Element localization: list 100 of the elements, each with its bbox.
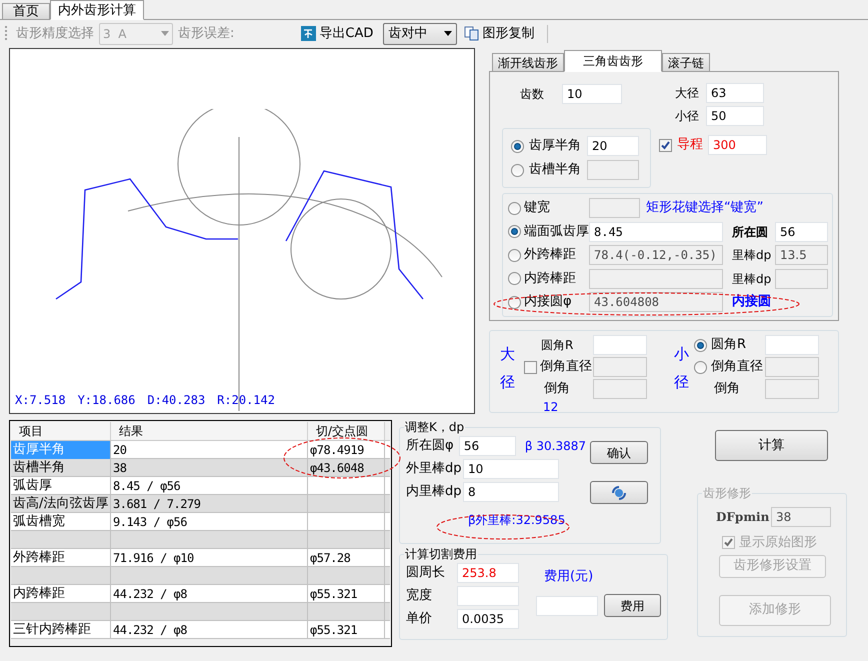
- label: 齿槽半角: [529, 161, 582, 180]
- label: 单价: [406, 610, 433, 628]
- label: 宽度: [406, 587, 433, 606]
- table-row[interactable]: 弧齿槽宽 9.143 / φ56: [11, 513, 390, 531]
- label: 小径: [675, 108, 699, 125]
- copy-icon: [464, 26, 480, 41]
- checkbox[interactable]: [659, 139, 672, 152]
- label: 倒角: [544, 380, 571, 398]
- tab[interactable]: 渐开线齿形: [492, 53, 564, 72]
- calculate-button[interactable]: 计算: [715, 430, 828, 461]
- vertical-label: 径: [674, 372, 690, 393]
- radio-button[interactable]: [508, 225, 521, 238]
- label: 外里棒dp: [406, 460, 463, 478]
- tab[interactable]: 内外齿形计算: [50, 0, 144, 20]
- column-header[interactable]: 结果: [111, 422, 308, 440]
- confirm-button[interactable]: 确认: [590, 441, 648, 464]
- coordinate-readout: D:40.283: [147, 392, 206, 409]
- caret-icon: [444, 31, 452, 36]
- label: 齿形误差:: [178, 24, 234, 43]
- vertical-label: 大: [500, 344, 516, 364]
- grip-icon: [5, 24, 8, 42]
- coordinate-readout: R:20.142: [217, 392, 275, 409]
- table-row[interactable]: 齿厚半角 20 φ78.4919: [11, 441, 390, 459]
- copy-graphic-button[interactable]: 图形复制: [462, 22, 536, 44]
- radio-button[interactable]: [694, 338, 707, 352]
- label: 齿形精度选择: [16, 24, 94, 43]
- tab[interactable]: 三角齿齿形: [564, 50, 662, 72]
- value-label: 12: [543, 401, 560, 413]
- input-field[interactable]: 253.8: [457, 563, 519, 583]
- radio-button[interactable]: [511, 140, 524, 152]
- label: 倒角: [714, 380, 741, 398]
- tab[interactable]: 滚子链: [662, 53, 710, 72]
- input-field[interactable]: 8: [463, 482, 559, 502]
- label: 键宽: [524, 199, 551, 218]
- label: 倒角直径: [540, 358, 593, 376]
- label: 显示原始图形: [739, 534, 817, 552]
- caret-icon: [161, 31, 169, 36]
- table-row[interactable]: [11, 567, 390, 585]
- input-field[interactable]: 10: [562, 84, 622, 104]
- input-field[interactable]: [765, 379, 819, 399]
- input-field[interactable]: [593, 357, 647, 377]
- link-label: 内接圆: [732, 292, 771, 312]
- input-field[interactable]: [593, 335, 647, 355]
- label: 导程: [677, 136, 703, 154]
- column-header[interactable]: 项目: [11, 422, 111, 440]
- label: 里棒dp: [732, 270, 772, 288]
- label: 内里棒dp: [406, 483, 463, 502]
- input-field[interactable]: 8.45: [589, 222, 723, 242]
- input-field[interactable]: [765, 335, 819, 355]
- label: 所在圆φ: [406, 437, 455, 456]
- export-cad-button[interactable]: 导出CAD: [299, 22, 376, 44]
- table-row[interactable]: 齿槽半角 38 φ43.6048: [11, 459, 390, 477]
- input-field[interactable]: 56: [775, 222, 828, 242]
- table-row[interactable]: [11, 603, 390, 621]
- cost-button[interactable]: 费用: [604, 594, 661, 617]
- column-header[interactable]: 切/交点圆: [308, 422, 385, 440]
- input-field[interactable]: 10: [463, 459, 559, 479]
- table-cell: 44.232 / φ8: [111, 621, 308, 639]
- table-cell: φ55.321: [308, 621, 385, 639]
- refresh-icon: [611, 484, 627, 500]
- input-field[interactable]: 300: [708, 135, 767, 155]
- label: 所在圆: [732, 224, 769, 240]
- vertical-label: 径: [500, 372, 516, 393]
- cad-icon: [301, 26, 316, 41]
- refresh-button[interactable]: [590, 481, 648, 504]
- label: 齿数: [520, 86, 544, 103]
- group-title: 计算切割费用: [404, 546, 478, 563]
- label: 里棒dp: [732, 247, 772, 264]
- input-field[interactable]: 63: [706, 83, 764, 103]
- drawing-canvas[interactable]: X:7.518 Y:18.686 D:40.283 R:20.142: [9, 48, 475, 414]
- radio-button[interactable]: [694, 360, 707, 374]
- label: 圆周长: [406, 564, 446, 582]
- input-field[interactable]: 20: [587, 136, 639, 156]
- table-row[interactable]: 外跨棒距 71.916 / φ10 φ57.28: [11, 549, 390, 567]
- label: 内跨棒距: [524, 270, 577, 288]
- label: 大径: [675, 85, 699, 102]
- input-field[interactable]: 56: [458, 436, 516, 456]
- table-row[interactable]: 齿高/法向弦齿厚 3.681 / 7.279: [11, 495, 390, 513]
- dropdown[interactable]: 齿对中: [383, 22, 458, 44]
- tab[interactable]: 首页: [2, 3, 50, 20]
- input-field[interactable]: 50: [706, 106, 764, 126]
- group-title: 齿形修形: [702, 485, 752, 502]
- table-row[interactable]: 内跨棒距 44.232 / φ8 φ55.321: [11, 585, 390, 603]
- input-field[interactable]: [536, 596, 598, 616]
- input-field[interactable]: [765, 357, 819, 377]
- beta-outer-value: β外里棒:32.9585: [468, 512, 566, 529]
- label: 端面弧齿厚: [524, 222, 589, 241]
- beta-value: β 30.3887: [524, 438, 586, 455]
- table-row[interactable]: 三针内跨棒距 44.232 / φ8 φ55.321: [11, 621, 390, 639]
- label: 外跨棒距: [524, 246, 577, 264]
- checkbox[interactable]: [524, 360, 537, 374]
- table-row[interactable]: [11, 531, 390, 549]
- table-row[interactable]: 弧齿厚 8.45 / φ56: [11, 477, 390, 495]
- input-field[interactable]: 0.0035: [457, 609, 519, 629]
- input-field[interactable]: [457, 586, 519, 606]
- input-field[interactable]: [593, 379, 647, 399]
- cost-label: 费用(元): [544, 569, 594, 584]
- label: DFpmin: [716, 509, 770, 526]
- vertical-label: 小: [674, 344, 690, 364]
- label: 圆角R: [541, 337, 574, 354]
